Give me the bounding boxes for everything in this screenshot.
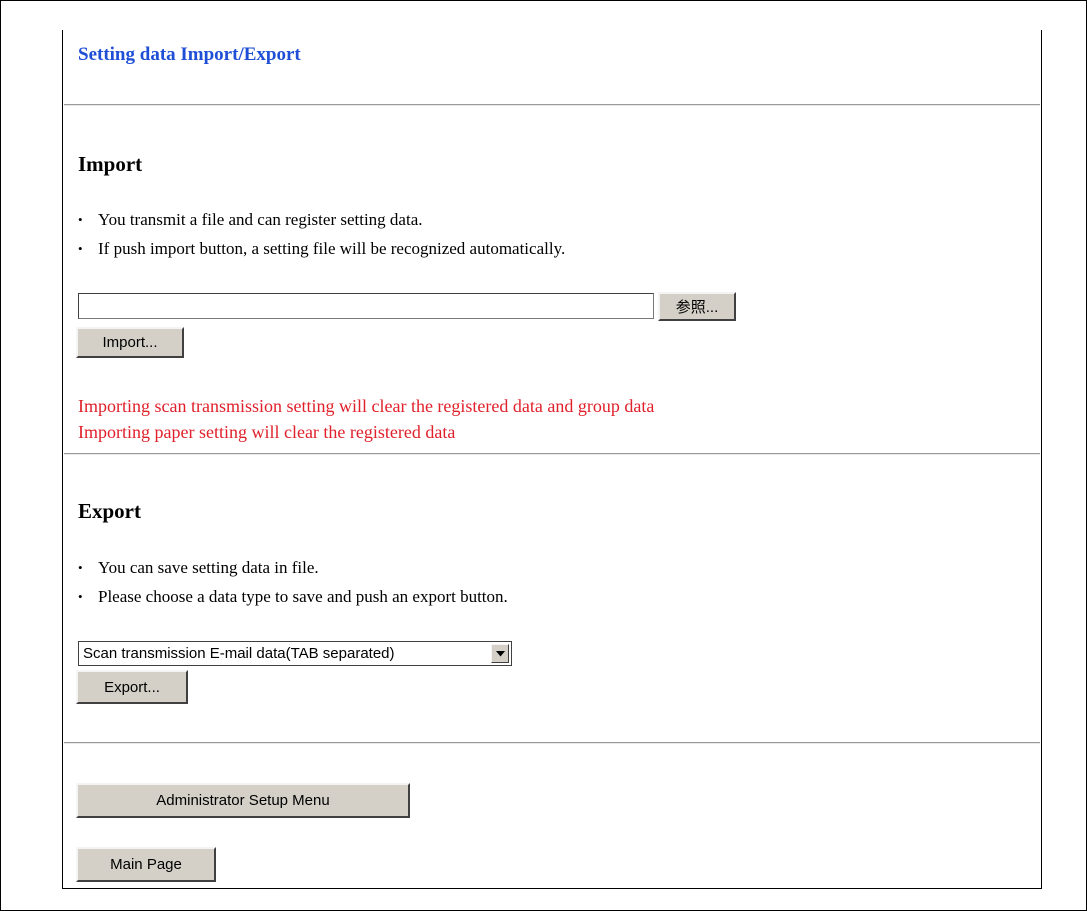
import-bullet-text: If push import button, a setting file wi… (98, 239, 566, 258)
list-item: You transmit a file and can register set… (78, 205, 565, 234)
browse-button[interactable]: 参照... (658, 292, 736, 321)
import-bullet-text: You transmit a file and can register set… (98, 210, 423, 229)
chevron-down-icon[interactable] (491, 644, 509, 663)
list-item: Please choose a data type to save and pu… (78, 582, 508, 611)
list-item: If push import button, a setting file wi… (78, 234, 565, 263)
export-heading: Export (78, 499, 141, 523)
divider-middle (64, 453, 1040, 455)
main-page-button[interactable]: Main Page (76, 847, 216, 882)
file-path-input[interactable] (78, 293, 654, 319)
import-button[interactable]: Import... (76, 327, 184, 358)
data-type-select[interactable]: Scan transmission E-mail data(TAB separa… (78, 641, 512, 666)
export-bullet-text: You can save setting data in file. (98, 558, 319, 577)
export-bullet-text: Please choose a data type to save and pu… (98, 587, 508, 606)
import-heading: Import (78, 152, 143, 176)
divider-top (64, 104, 1040, 106)
administrator-setup-menu-button[interactable]: Administrator Setup Menu (76, 783, 410, 818)
divider-bottom (64, 742, 1040, 744)
export-instructions: You can save setting data in file. Pleas… (78, 553, 508, 611)
import-warning-scan: Importing scan transmission setting will… (78, 396, 655, 416)
export-button[interactable]: Export... (76, 670, 188, 704)
list-item: You can save setting data in file. (78, 553, 508, 582)
content-panel (62, 30, 1042, 889)
import-warning-paper: Importing paper setting will clear the r… (78, 422, 456, 442)
import-instructions: You transmit a file and can register set… (78, 205, 565, 263)
page-title: Setting data Import/Export (78, 44, 301, 65)
data-type-selected-value: Scan transmission E-mail data(TAB separa… (83, 645, 395, 662)
